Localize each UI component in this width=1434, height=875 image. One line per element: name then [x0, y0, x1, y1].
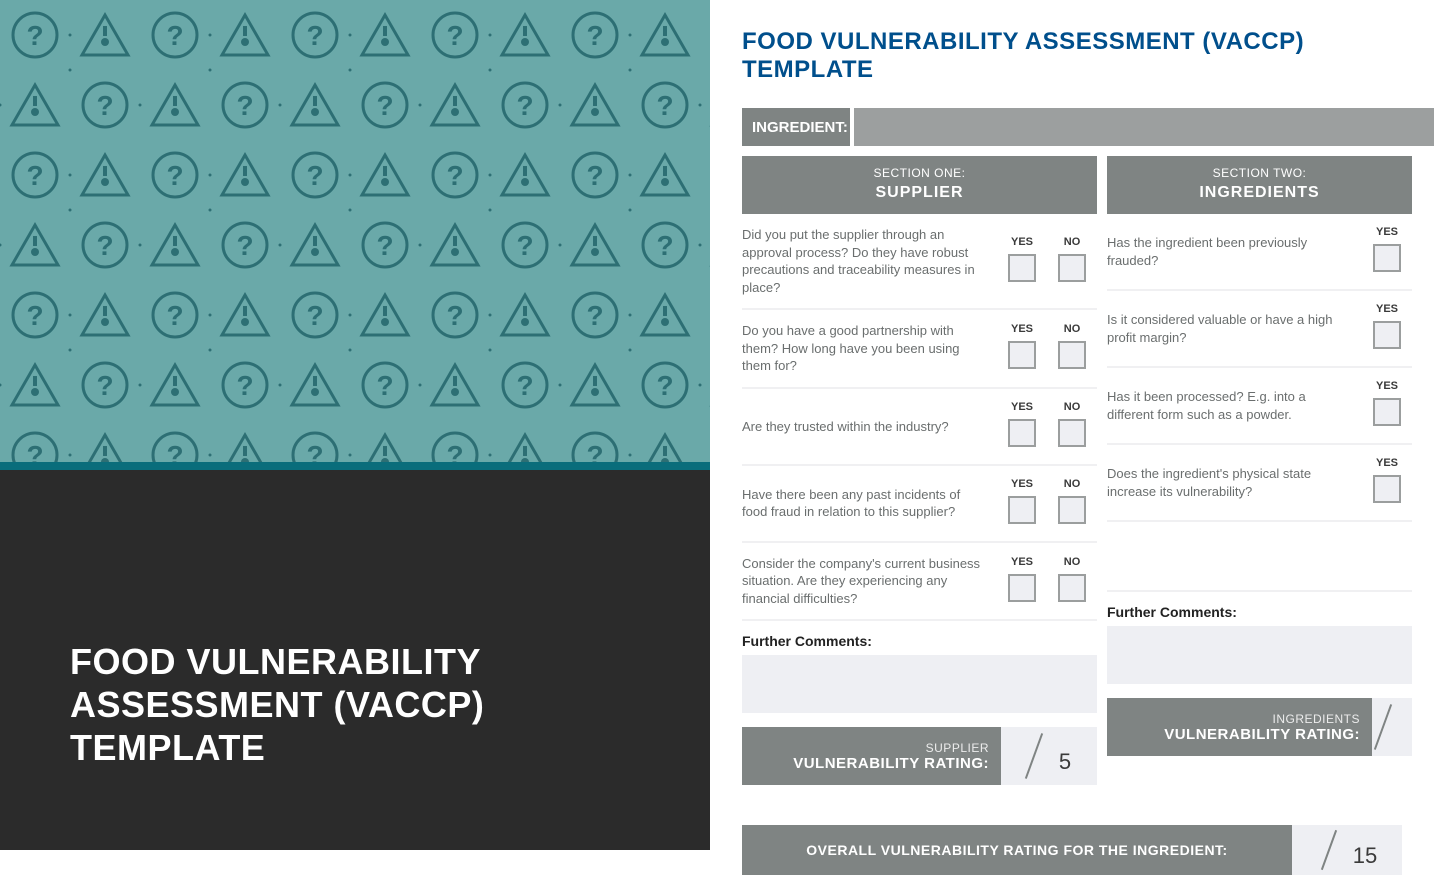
overall-rating: OVERALL VULNERABILITY RATING FOR THE ING…	[742, 825, 1402, 875]
section-two: SECTION TWO: INGREDIENTS Has the ingredi…	[1107, 156, 1412, 785]
supplier-rating: SUPPLIER VULNERABILITY RATING: 5	[742, 727, 1097, 785]
page-title: FOOD VULNERABILITY ASSESSMENT (VACCP) TE…	[742, 28, 1434, 84]
question-text: Has the ingredient been previously fraud…	[1107, 234, 1362, 269]
checkbox-yes[interactable]	[1008, 254, 1036, 282]
question-row: Has the ingredient been previously fraud…	[1107, 214, 1412, 291]
checkbox-yes[interactable]	[1008, 496, 1036, 524]
question-row: Has it been processed? E.g. into a diffe…	[1107, 368, 1412, 445]
ingredients-rating: INGREDIENTS VULNERABILITY RATING:	[1107, 698, 1412, 756]
cover-title: FOOD VULNERABILITY ASSESSMENT (VACCP) TE…	[70, 640, 650, 770]
question-text: Consider the company's current business …	[742, 555, 997, 608]
question-text: Does the ingredient's physical state inc…	[1107, 465, 1362, 500]
checkbox-yes[interactable]	[1373, 244, 1401, 272]
cover-title-area: FOOD VULNERABILITY ASSESSMENT (VACCP) TE…	[0, 470, 710, 850]
question-row: Have there been any past incidents of fo…	[742, 466, 1097, 543]
section-one-small: SECTION ONE:	[742, 166, 1097, 180]
question-row-empty	[1107, 522, 1412, 592]
question-text: Did you put the supplier through an appr…	[742, 226, 997, 296]
yes-col: YES	[997, 236, 1047, 287]
checkbox-yes[interactable]	[1373, 321, 1401, 349]
question-row: Does the ingredient's physical state inc…	[1107, 445, 1412, 522]
question-row: Did you put the supplier through an appr…	[742, 214, 1097, 310]
ingredients-rating-value[interactable]	[1372, 698, 1412, 756]
section-two-big: INGREDIENTS	[1107, 184, 1412, 202]
section-one-big: SUPPLIER	[742, 184, 1097, 202]
question-text: Is it considered valuable or have a high…	[1107, 311, 1362, 346]
overall-rating-value[interactable]: 15	[1292, 825, 1402, 875]
sections: SECTION ONE: SUPPLIER Did you put the su…	[742, 156, 1434, 785]
section-two-small: SECTION TWO:	[1107, 166, 1412, 180]
question-row: Is it considered valuable or have a high…	[1107, 291, 1412, 368]
checkbox-no[interactable]	[1058, 574, 1086, 602]
checkbox-no[interactable]	[1058, 341, 1086, 369]
question-row: Are they trusted within the industry? YE…	[742, 389, 1097, 466]
pattern-svg: ? ?	[0, 0, 710, 470]
checkbox-no[interactable]	[1058, 254, 1086, 282]
checkbox-no[interactable]	[1058, 496, 1086, 524]
supplier-rating-label: SUPPLIER VULNERABILITY RATING:	[742, 727, 1001, 785]
section-one: SECTION ONE: SUPPLIER Did you put the su…	[742, 156, 1097, 785]
ingredient-input[interactable]	[850, 108, 1434, 146]
ingredients-rating-label: INGREDIENTS VULNERABILITY RATING:	[1107, 698, 1372, 756]
section-two-header: SECTION TWO: INGREDIENTS	[1107, 156, 1412, 214]
checkbox-yes[interactable]	[1008, 341, 1036, 369]
further-comments-label: Further Comments:	[742, 633, 1097, 649]
further-comments-input[interactable]	[1107, 626, 1412, 684]
ingredient-label: INGREDIENT:	[742, 108, 850, 146]
question-row: Consider the company's current business …	[742, 543, 1097, 622]
checkbox-yes[interactable]	[1373, 398, 1401, 426]
question-text: Have there been any past incidents of fo…	[742, 486, 997, 521]
further-comments-label: Further Comments:	[1107, 604, 1412, 620]
no-col: NO	[1047, 236, 1097, 287]
question-text: Do you have a good partnership with them…	[742, 322, 997, 375]
form-page: FOOD VULNERABILITY ASSESSMENT (VACCP) TE…	[710, 0, 1434, 850]
ingredient-row: INGREDIENT:	[742, 108, 1434, 146]
checkbox-yes[interactable]	[1008, 419, 1036, 447]
checkbox-yes[interactable]	[1373, 475, 1401, 503]
question-text: Has it been processed? E.g. into a diffe…	[1107, 388, 1362, 423]
further-comments-input[interactable]	[742, 655, 1097, 713]
checkbox-yes[interactable]	[1008, 574, 1036, 602]
cover-page: ? ?	[0, 0, 710, 850]
supplier-rating-value[interactable]: 5	[1001, 727, 1097, 785]
question-row: Do you have a good partnership with them…	[742, 310, 1097, 389]
cover-pattern: ? ?	[0, 0, 710, 470]
section-one-header: SECTION ONE: SUPPLIER	[742, 156, 1097, 214]
checkbox-no[interactable]	[1058, 419, 1086, 447]
question-text: Are they trusted within the industry?	[742, 418, 997, 436]
overall-rating-label: OVERALL VULNERABILITY RATING FOR THE ING…	[742, 825, 1292, 875]
